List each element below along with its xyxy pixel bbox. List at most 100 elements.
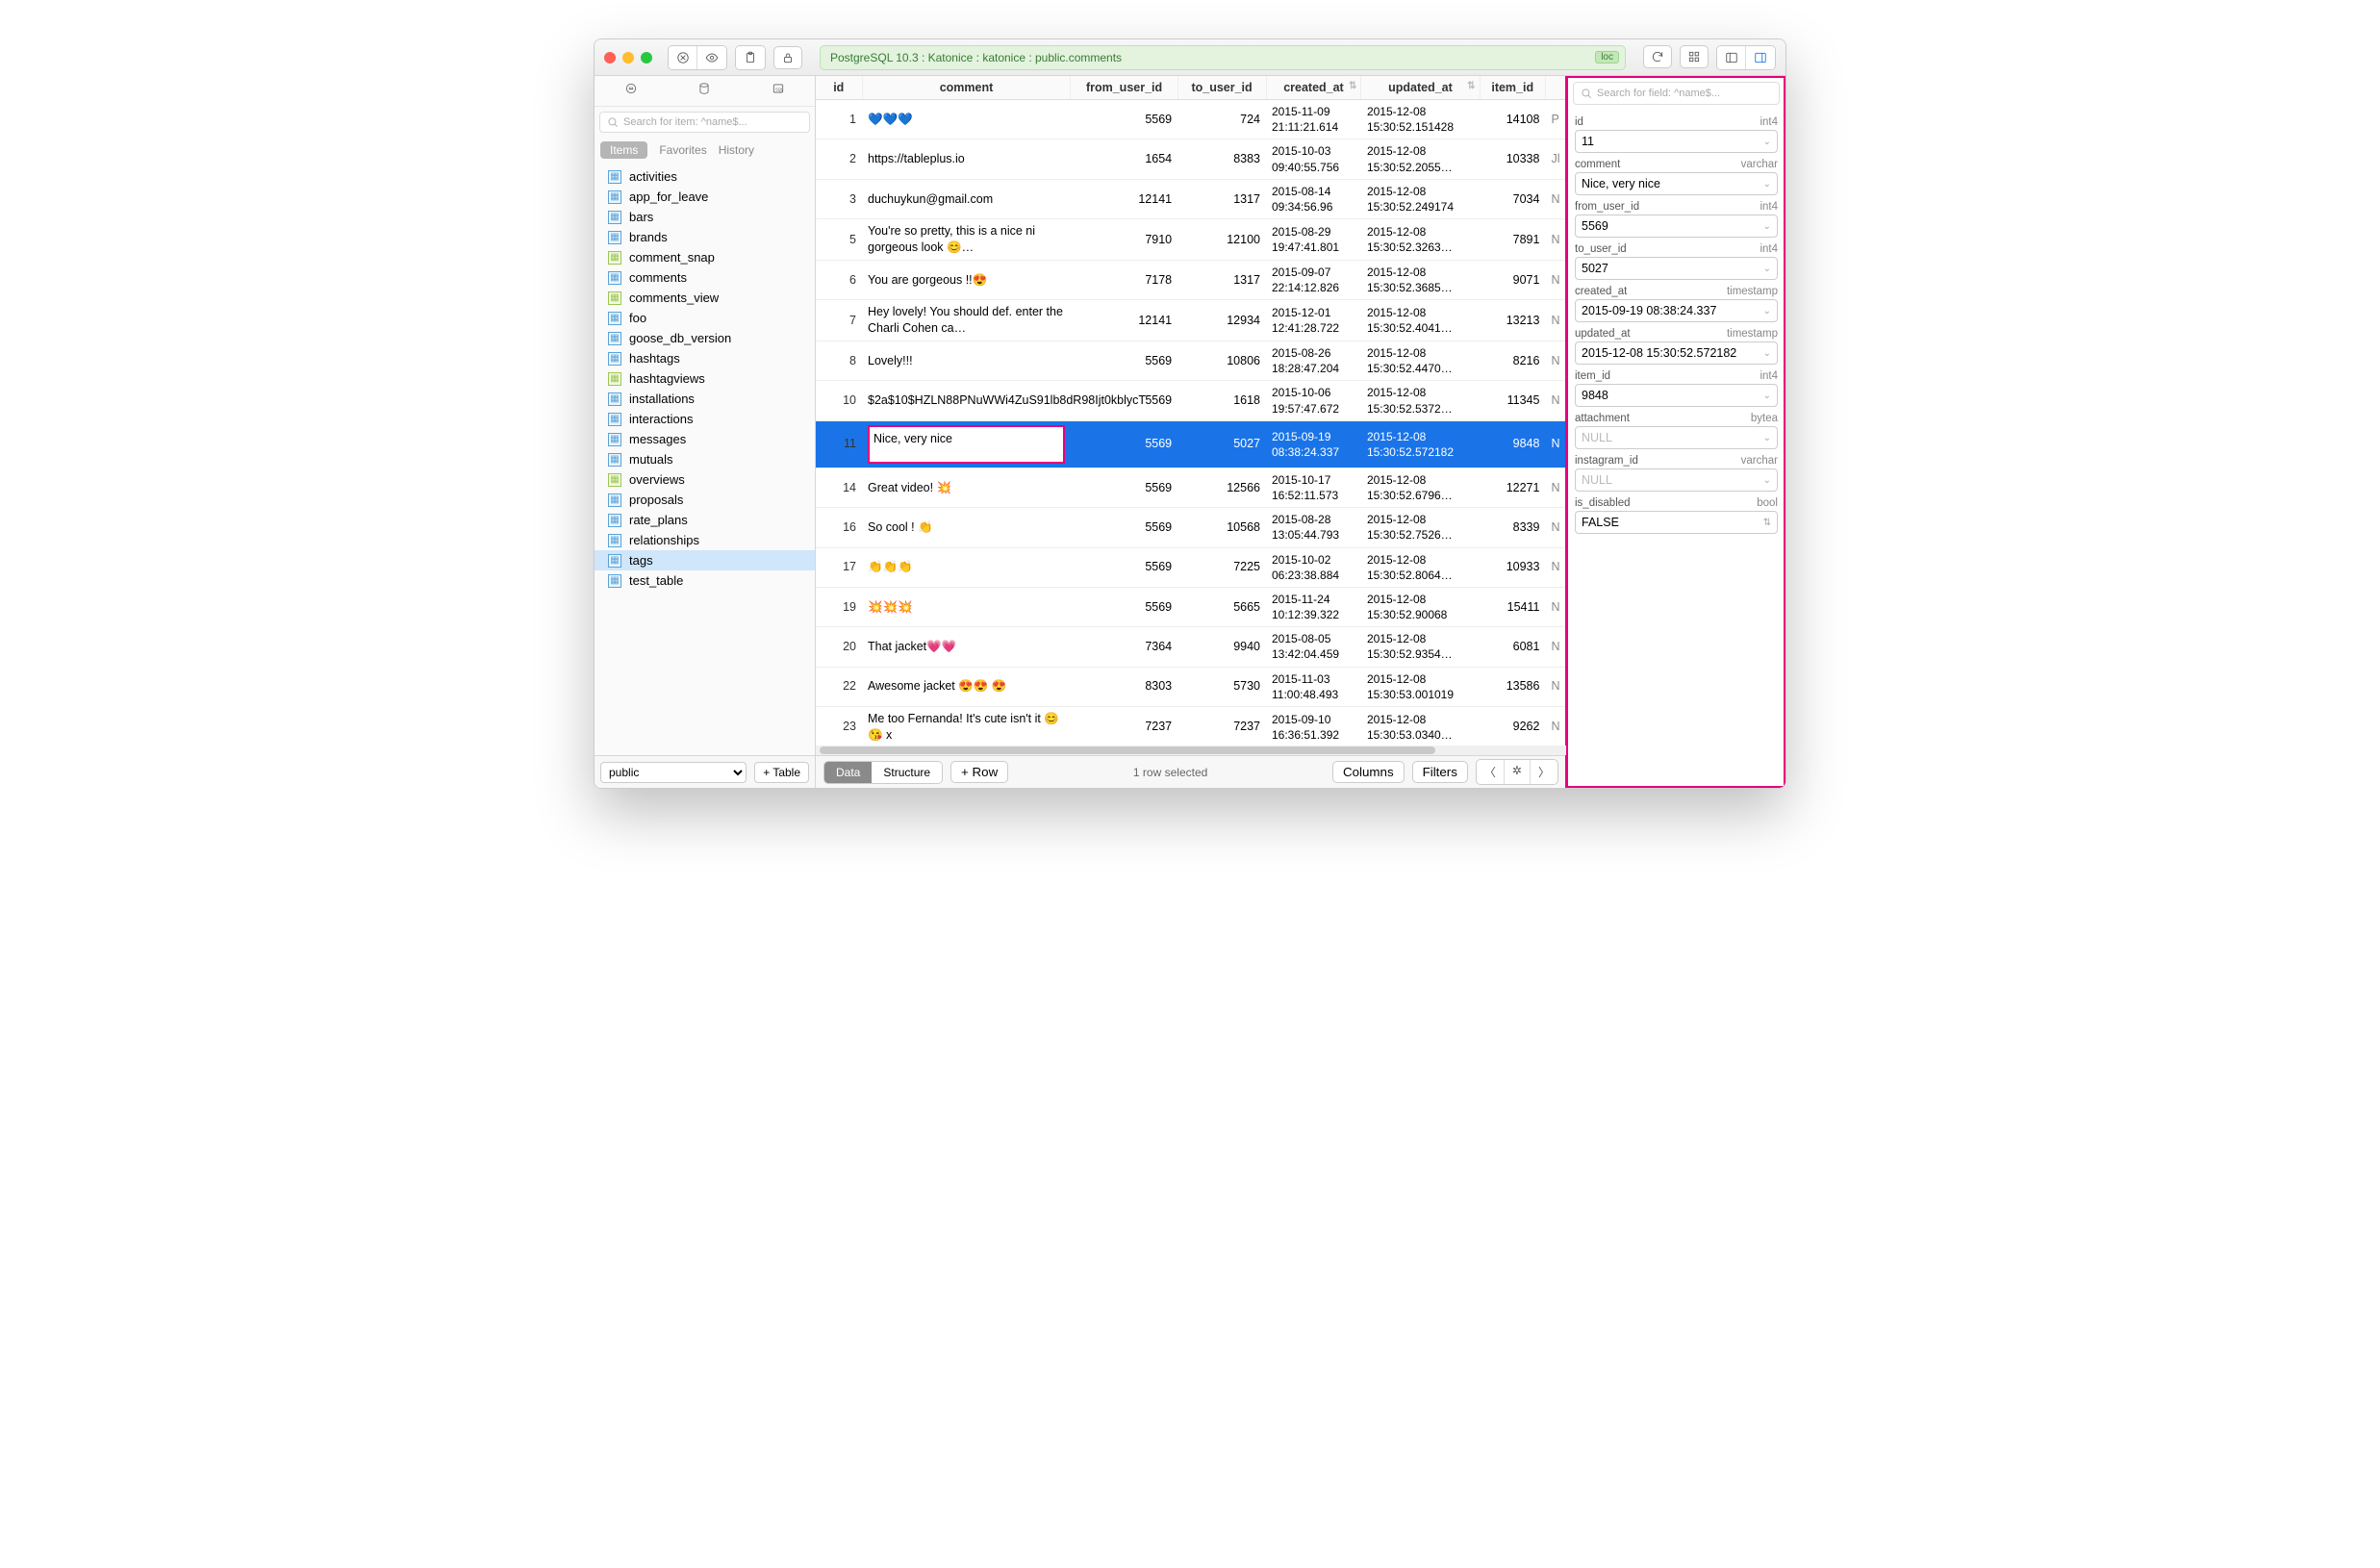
table-row[interactable]: 17👏👏👏556972252015-10-02 06:23:38.8842015…	[816, 547, 1566, 587]
cell[interactable]: 💙💙💙	[862, 100, 1071, 139]
cell[interactable]: 12934	[1177, 300, 1266, 341]
cell[interactable]: 5569	[1071, 341, 1177, 381]
cell[interactable]: 9262	[1480, 707, 1545, 746]
field-value[interactable]: 9848⌄	[1575, 384, 1778, 407]
cell[interactable]: 2015-12-08 15:30:52.151428	[1361, 100, 1480, 139]
cell[interactable]: N	[1545, 179, 1565, 218]
cell[interactable]: 7178	[1071, 260, 1177, 299]
schema-select[interactable]: public	[600, 762, 747, 783]
cell[interactable]: 2015-08-26 18:28:47.204	[1266, 341, 1361, 381]
sidebar-item-activities[interactable]: ▦activities	[595, 166, 815, 187]
prev-page[interactable]: 〈	[1477, 760, 1505, 784]
cell[interactable]: 1618	[1177, 381, 1266, 420]
cell[interactable]: 7237	[1071, 707, 1177, 746]
sidebar-item-interactions[interactable]: ▦interactions	[595, 409, 815, 429]
cell[interactable]: 5665	[1177, 587, 1266, 626]
cell[interactable]: Great video! 💥	[862, 468, 1071, 507]
table-row[interactable]: 6You are gorgeous !!😍717813172015-09-07 …	[816, 260, 1566, 299]
sidebar-item-hashtags[interactable]: ▦hashtags	[595, 348, 815, 368]
table-row[interactable]: 16So cool ! 👏5569105682015-08-28 13:05:4…	[816, 508, 1566, 547]
cell[interactable]: 23	[816, 707, 862, 746]
cell[interactable]: You're so pretty, this is a nice ni gorg…	[862, 219, 1071, 261]
gear-icon[interactable]: ✲	[1505, 760, 1531, 784]
structure-tab[interactable]: Structure	[872, 762, 942, 783]
cell[interactable]: 11345	[1480, 381, 1545, 420]
cell[interactable]: 2015-08-28 13:05:44.793	[1266, 508, 1361, 547]
cell[interactable]: 2015-12-08 15:30:52.572182	[1361, 420, 1480, 468]
cell[interactable]: So cool ! 👏	[862, 508, 1071, 547]
cell[interactable]: 9071	[1480, 260, 1545, 299]
cell[interactable]: 5	[816, 219, 862, 261]
cell[interactable]: 👏👏👏	[862, 547, 1071, 587]
cell[interactable]: 5730	[1177, 667, 1266, 706]
zoom-window[interactable]	[641, 52, 652, 63]
cell[interactable]: 7	[816, 300, 862, 341]
table-row[interactable]: 7Hey lovely! You should def. enter the C…	[816, 300, 1566, 341]
cell[interactable]: 2015-11-24 10:12:39.322	[1266, 587, 1361, 626]
cell[interactable]: 9848	[1480, 420, 1545, 468]
field-value[interactable]: 11⌄	[1575, 130, 1778, 153]
column-header[interactable]: comment	[862, 76, 1071, 100]
cell[interactable]: 7034	[1480, 179, 1545, 218]
cell[interactable]: 19	[816, 587, 862, 626]
cell[interactable]: 2015-08-14 09:34:56.96	[1266, 179, 1361, 218]
cell[interactable]: 7910	[1071, 219, 1177, 261]
cell[interactable]: N	[1545, 547, 1565, 587]
cell[interactable]: 16	[816, 508, 862, 547]
cell[interactable]: 1654	[1071, 139, 1177, 179]
cell[interactable]: 2015-09-07 22:14:12.826	[1266, 260, 1361, 299]
cell[interactable]: 12141	[1071, 179, 1177, 218]
cell[interactable]: 2015-12-08 15:30:52.3263…	[1361, 219, 1480, 261]
sidebar-item-brands[interactable]: ▦brands	[595, 227, 815, 247]
field-value[interactable]: 2015-09-19 08:38:24.337⌄	[1575, 299, 1778, 322]
cell[interactable]: 2	[816, 139, 862, 179]
cell[interactable]: 2015-12-08 15:30:53.001019	[1361, 667, 1480, 706]
field-value[interactable]: NULL⌄	[1575, 468, 1778, 492]
cell[interactable]: 10806	[1177, 341, 1266, 381]
column-header[interactable]: updated_at	[1361, 76, 1480, 100]
cell[interactable]: Hey lovely! You should def. enter the Ch…	[862, 300, 1071, 341]
cell[interactable]: N	[1545, 341, 1565, 381]
horizontal-scrollbar[interactable]	[816, 746, 1566, 755]
cell[interactable]: 5569	[1071, 468, 1177, 507]
sidebar-item-test_table[interactable]: ▦test_table	[595, 570, 815, 591]
left-panel-toggle[interactable]	[1717, 46, 1746, 69]
column-header[interactable]: item_id	[1480, 76, 1545, 100]
cell[interactable]: N	[1545, 468, 1565, 507]
reload-button[interactable]	[1643, 45, 1672, 68]
cell[interactable]: Jl	[1545, 139, 1565, 179]
cell[interactable]: 5027	[1177, 420, 1266, 468]
field-value[interactable]: FALSE⇅	[1575, 511, 1778, 534]
cell[interactable]: Me too Fernanda! It's cute isn't it 😊😘 x	[862, 707, 1071, 746]
database-icon[interactable]	[697, 82, 711, 100]
cell[interactable]: 2015-10-17 16:52:11.573	[1266, 468, 1361, 507]
cell[interactable]: 7237	[1177, 707, 1266, 746]
cell[interactable]: 5569	[1071, 420, 1177, 468]
cell[interactable]: 12271	[1480, 468, 1545, 507]
sidebar-item-comment_snap[interactable]: ▦comment_snap	[595, 247, 815, 267]
cell[interactable]: 2015-08-29 19:47:41.801	[1266, 219, 1361, 261]
cell[interactable]: 3	[816, 179, 862, 218]
sidebar-item-tags[interactable]: ▦tags	[595, 550, 815, 570]
add-table-button[interactable]: + Table	[754, 762, 809, 783]
filters-button[interactable]: Filters	[1412, 761, 1468, 783]
close-window[interactable]	[604, 52, 616, 63]
column-header[interactable]	[1545, 76, 1565, 100]
eye-button[interactable]	[697, 46, 726, 69]
cell[interactable]: N	[1545, 707, 1565, 746]
inspector-field-list[interactable]: idint411⌄commentvarcharNice, very nice⌄f…	[1567, 111, 1785, 788]
cell[interactable]: 13213	[1480, 300, 1545, 341]
cell[interactable]: 12566	[1177, 468, 1266, 507]
column-header[interactable]: to_user_id	[1177, 76, 1266, 100]
table-row[interactable]: 10$2a$10$HZLN88PNuWWi4ZuS91lb8dR98Ijt0kb…	[816, 381, 1566, 420]
cell[interactable]: 6	[816, 260, 862, 299]
cell[interactable]: 2015-09-19 08:38:24.337	[1266, 420, 1361, 468]
cell[interactable]: 2015-11-03 11:00:48.493	[1266, 667, 1361, 706]
cell[interactable]: 8383	[1177, 139, 1266, 179]
cell[interactable]: Lovely!!!	[862, 341, 1071, 381]
cell[interactable]: 5569	[1071, 587, 1177, 626]
table-row[interactable]: 22Awesome jacket 😍😍 😍830357302015-11-03 …	[816, 667, 1566, 706]
cell[interactable]: 5569	[1071, 100, 1177, 139]
cell[interactable]: P	[1545, 100, 1565, 139]
cell[interactable]: N	[1545, 667, 1565, 706]
